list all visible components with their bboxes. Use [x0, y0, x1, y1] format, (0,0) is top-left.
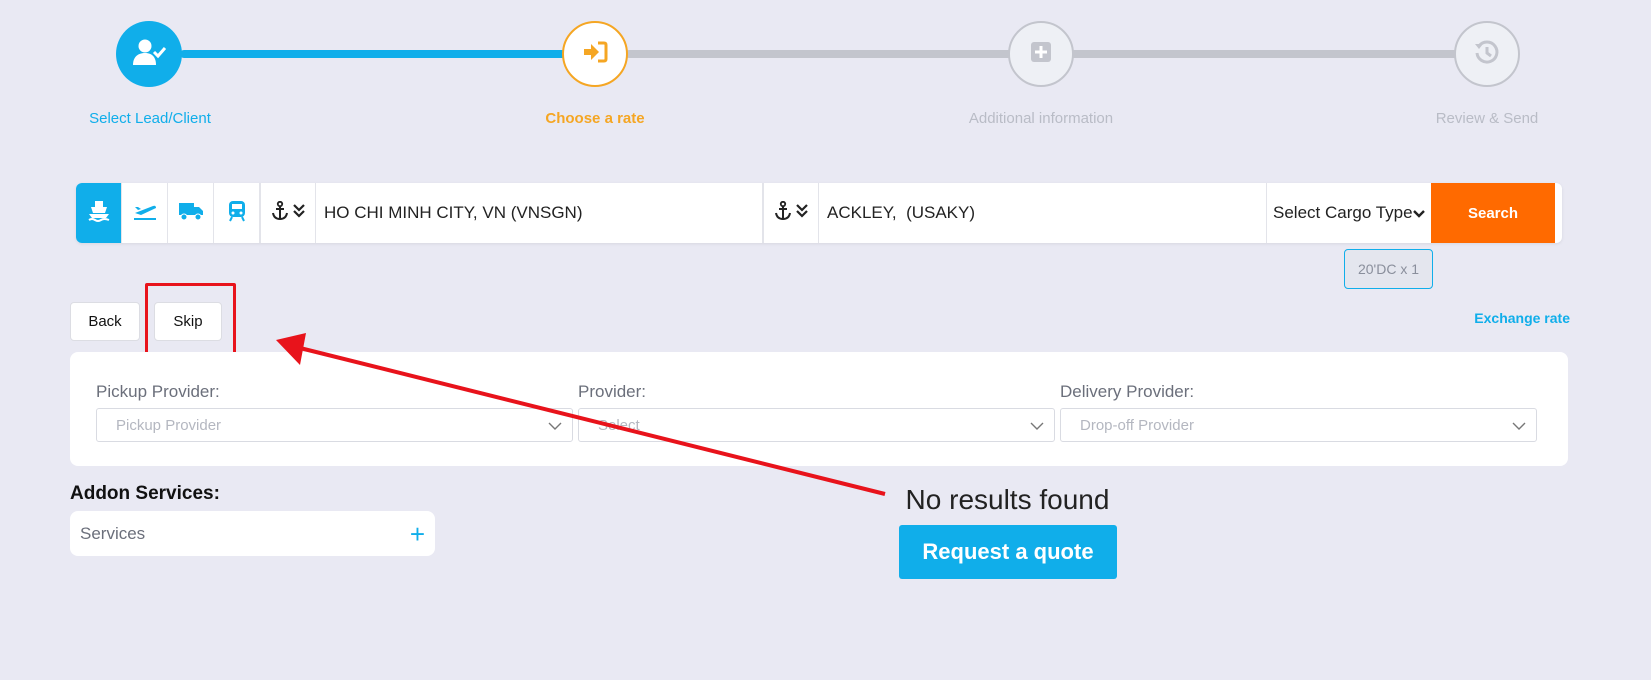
- step-review-send[interactable]: [1454, 21, 1520, 87]
- provider-filter-panel: Pickup Provider: Pickup Provider Provide…: [70, 352, 1568, 466]
- sign-in-icon: [582, 41, 608, 68]
- pickup-provider-group: Pickup Provider: Pickup Provider: [96, 382, 573, 442]
- step-additional-info[interactable]: [1008, 21, 1074, 87]
- history-icon: [1474, 39, 1500, 70]
- ship-icon: [87, 199, 111, 228]
- origin-port-type-dropdown[interactable]: [260, 183, 316, 243]
- request-quote-button[interactable]: Request a quote: [899, 525, 1117, 579]
- chevron-down-icon: [1413, 203, 1425, 223]
- origin-port-input[interactable]: [316, 183, 763, 243]
- destination-port-type-dropdown[interactable]: [763, 183, 819, 243]
- search-button[interactable]: Search: [1431, 183, 1555, 243]
- mode-truck-button[interactable]: [168, 183, 214, 243]
- step-label-review-send: Review & Send: [1435, 110, 1539, 127]
- plus-square-icon: [1030, 41, 1052, 68]
- services-label: Services: [80, 523, 146, 543]
- mode-sea-button[interactable]: [76, 183, 122, 243]
- plus-icon[interactable]: +: [410, 521, 425, 547]
- no-results-message: No results found: [905, 484, 1110, 515]
- provider-label: Provider:: [578, 382, 647, 401]
- step-label-select-lead: Select Lead/Client: [89, 110, 211, 127]
- pickup-provider-placeholder: Pickup Provider: [116, 416, 222, 434]
- delivery-provider-select[interactable]: Drop-off Provider: [1060, 408, 1537, 442]
- chevron-down-icon: [1512, 417, 1526, 434]
- provider-select[interactable]: Select: [578, 408, 1055, 442]
- annotation-highlight-box: [145, 283, 236, 356]
- delivery-provider-group: Delivery Provider: Drop-off Provider: [1060, 382, 1537, 442]
- mode-rail-button[interactable]: [214, 183, 260, 243]
- anchor-icon: [774, 200, 792, 226]
- user-check-icon: [132, 38, 167, 71]
- step-connector-pending: [1070, 50, 1460, 58]
- provider-placeholder: Select: [598, 416, 640, 434]
- step-label-choose-rate: Choose a rate: [545, 110, 645, 127]
- step-choose-rate[interactable]: [562, 21, 628, 87]
- addon-services-title: Addon Services:: [70, 483, 220, 504]
- plane-icon: [133, 200, 157, 227]
- step-select-lead[interactable]: [116, 21, 182, 87]
- anchor-icon: [271, 200, 289, 226]
- destination-port-input[interactable]: [819, 183, 1266, 243]
- truck-icon: [178, 201, 204, 226]
- train-icon: [227, 200, 247, 227]
- step-connector-complete: [180, 50, 570, 58]
- pickup-provider-select[interactable]: Pickup Provider: [96, 408, 573, 442]
- step-connector-pending: [625, 50, 1015, 58]
- delivery-provider-placeholder: Drop-off Provider: [1080, 416, 1194, 434]
- pickup-provider-label: Pickup Provider:: [96, 382, 220, 401]
- back-button[interactable]: Back: [70, 302, 140, 341]
- chevron-down-icon: [548, 417, 562, 434]
- exchange-rate-link[interactable]: Exchange rate: [1440, 310, 1570, 326]
- services-expander[interactable]: Services +: [70, 511, 435, 556]
- delivery-provider-label: Delivery Provider:: [1060, 382, 1195, 401]
- double-chevron-down-icon: [796, 203, 808, 223]
- container-chip[interactable]: 20'DC x 1: [1344, 249, 1433, 289]
- rate-search-bar: Select Cargo Type Search: [76, 183, 1562, 243]
- mode-air-button[interactable]: [122, 183, 168, 243]
- double-chevron-down-icon: [293, 203, 305, 223]
- cargo-type-value: Select Cargo Type: [1273, 203, 1413, 222]
- step-label-additional-info: Additional information: [968, 110, 1114, 127]
- cargo-type-select[interactable]: Select Cargo Type: [1266, 183, 1431, 243]
- progress-stepper: Select Lead/Client Choose a rate Additio…: [0, 0, 1651, 140]
- provider-group: Provider: Select: [578, 382, 1055, 442]
- chevron-down-icon: [1030, 417, 1044, 434]
